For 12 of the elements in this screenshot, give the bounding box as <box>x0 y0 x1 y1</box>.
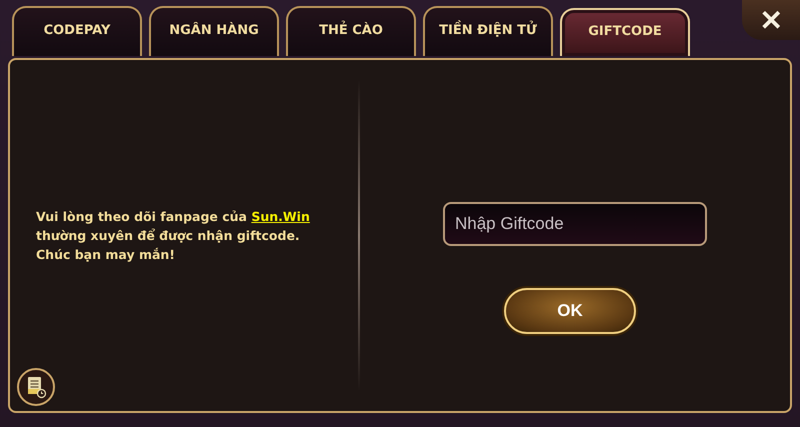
tab[interactable]: GIFTCODE <box>560 8 690 56</box>
giftcode-field[interactable]: Nhập Giftcode <box>443 202 707 246</box>
document-clock-icon <box>25 375 47 399</box>
ok-button[interactable]: OK <box>504 288 636 334</box>
history-button[interactable] <box>17 368 55 406</box>
info-message: Vui lòng theo dõi fanpage của Sun.Win thường xuyên để được nhận giftcode. Chúc bạn may mắn! <box>36 208 311 264</box>
fanpage-link[interactable]: Sun.Win <box>251 209 310 224</box>
tab[interactable]: TIỀN ĐIỆN TỬ <box>423 6 553 56</box>
tab[interactable]: CODEPAY <box>12 6 142 56</box>
close-button[interactable]: ✕ <box>742 0 800 40</box>
tab[interactable]: NGÂN HÀNG <box>149 6 279 56</box>
tab[interactable]: THẺ CÀO <box>286 6 416 56</box>
